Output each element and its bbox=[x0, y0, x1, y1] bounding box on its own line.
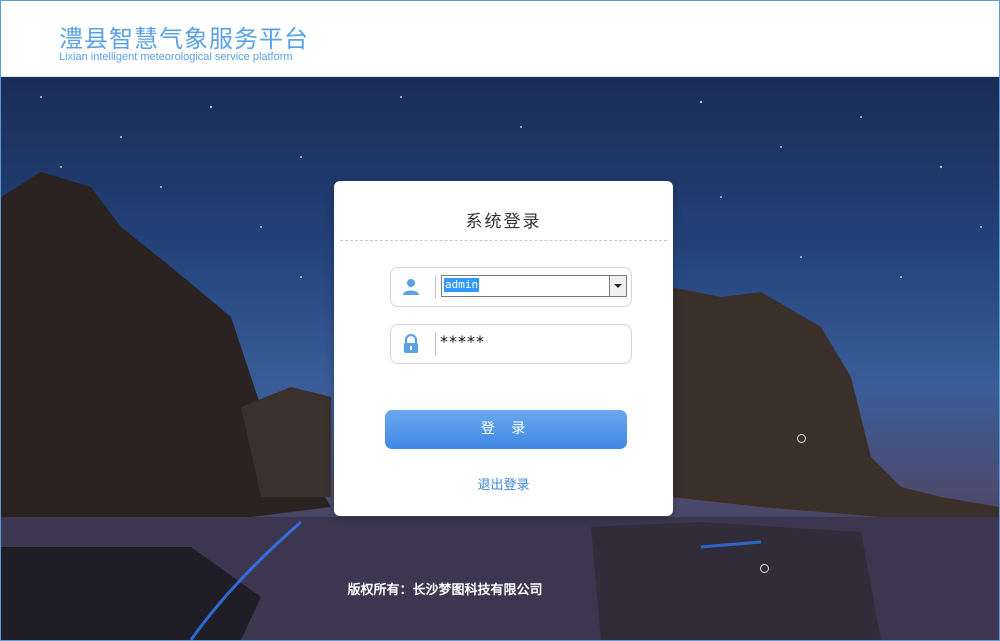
light-dot bbox=[760, 564, 769, 573]
platform-subtitle: Lixian intelligent meteorological servic… bbox=[59, 51, 293, 63]
logout-link[interactable]: 退出登录 bbox=[334, 474, 673, 493]
lock-icon bbox=[404, 334, 418, 353]
username-value[interactable]: admin bbox=[444, 278, 480, 292]
platform-title: 澧县智慧气象服务平台 bbox=[59, 25, 309, 53]
username-field[interactable]: admin bbox=[390, 267, 632, 307]
copyright-label: 版权所有：长沙梦图科技有限公司 bbox=[347, 583, 543, 598]
user-icon bbox=[403, 279, 419, 295]
title-divider bbox=[340, 240, 667, 241]
login-title: 系统登录 bbox=[465, 212, 542, 232]
light-dot bbox=[797, 434, 806, 443]
username-select[interactable]: admin bbox=[441, 275, 627, 297]
dropdown-arrow-icon[interactable] bbox=[609, 276, 626, 296]
password-field[interactable]: ***** bbox=[390, 324, 632, 364]
field-separator bbox=[435, 275, 436, 299]
field-separator bbox=[435, 332, 436, 356]
copyright-text: 版权所有：长沙梦图科技有限公司 bbox=[1, 579, 999, 598]
login-button[interactable]: 登 录 bbox=[385, 410, 627, 449]
login-panel: 系统登录 admin ***** 登 录 退出登录 bbox=[334, 181, 673, 516]
header: 澧县智慧气象服务平台 Lixian intelligent meteorolog… bbox=[1, 1, 999, 77]
app-window: 澧县智慧气象服务平台 Lixian intelligent meteorolog… bbox=[0, 0, 1000, 641]
password-input[interactable]: ***** bbox=[440, 332, 485, 351]
